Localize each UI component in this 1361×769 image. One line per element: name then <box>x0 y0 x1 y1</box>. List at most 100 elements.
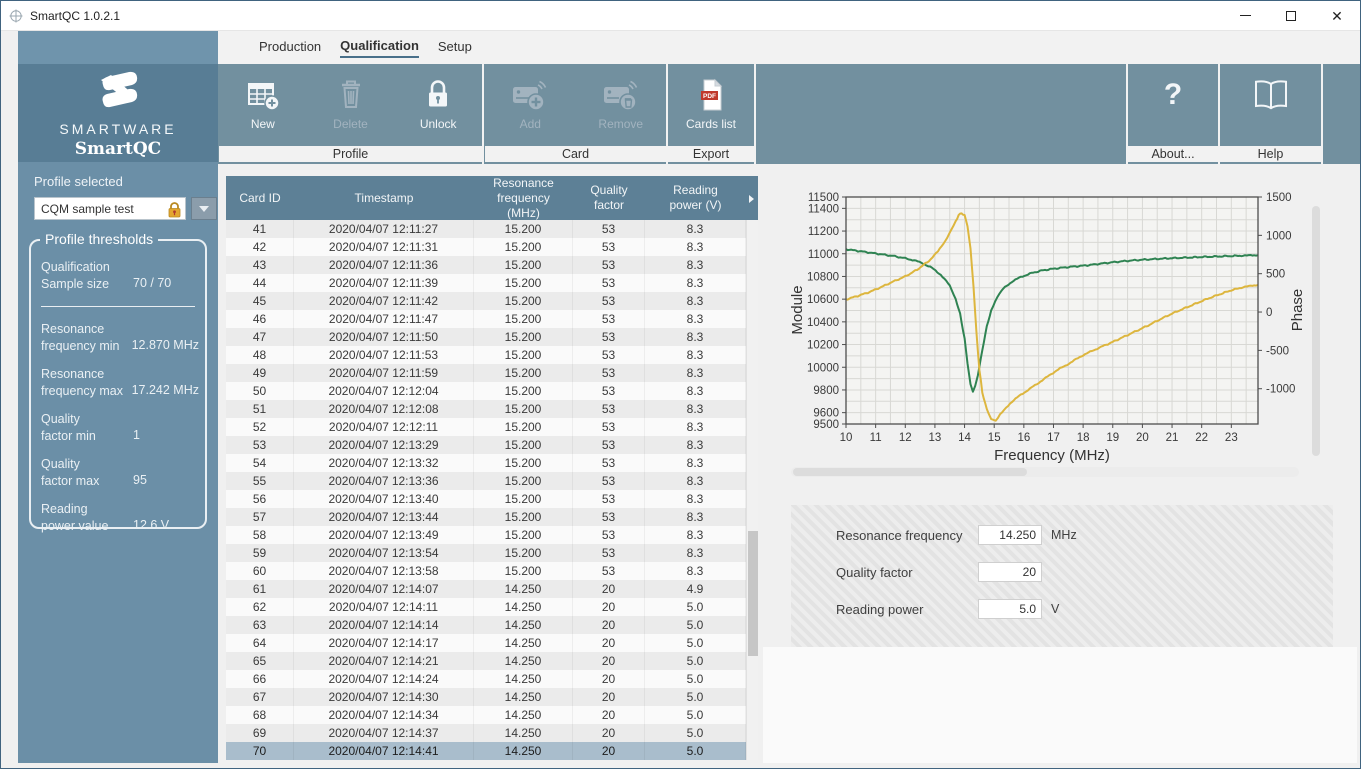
table-row[interactable]: 512020/04/07 12:12:0815.200538.3 <box>226 400 746 418</box>
threshold-row-quality-factor-min: Qualityfactor min 1 <box>41 411 199 444</box>
unlock-button[interactable]: Unlock <box>394 64 482 146</box>
table-row[interactable]: 492020/04/07 12:11:5915.200538.3 <box>226 364 746 382</box>
profile-combobox[interactable]: CQM sample test <box>34 197 186 220</box>
table-cell: 2020/04/07 12:14:41 <box>294 742 474 760</box>
new-button-label: New <box>251 117 275 131</box>
svg-text:15: 15 <box>988 432 1001 444</box>
tab-production[interactable]: Production <box>259 39 321 57</box>
table-row[interactable]: 552020/04/07 12:13:3615.200538.3 <box>226 472 746 490</box>
profile-selected-label: Profile selected <box>34 174 123 189</box>
chart-horizontal-scrollbar[interactable] <box>791 467 1299 477</box>
chart-horizontal-scrollbar-thumb[interactable] <box>793 468 1027 476</box>
reading-power-field[interactable] <box>978 599 1042 619</box>
help-button[interactable] <box>1220 64 1321 146</box>
table-cell: 2020/04/07 12:14:14 <box>294 616 474 634</box>
table-row[interactable]: 612020/04/07 12:14:0714.250204.9 <box>226 580 746 598</box>
tab-strip: Production Qualification Setup <box>218 31 1361 64</box>
table-row[interactable]: 452020/04/07 12:11:4215.200538.3 <box>226 292 746 310</box>
svg-text:10600: 10600 <box>807 294 839 306</box>
close-icon[interactable]: ✕ <box>1314 1 1360 30</box>
new-button[interactable]: New <box>219 64 307 146</box>
quality-factor-field[interactable] <box>978 562 1042 582</box>
table-row[interactable]: 562020/04/07 12:13:4015.200538.3 <box>226 490 746 508</box>
table-cell: 8.3 <box>645 274 746 292</box>
table-row[interactable]: 432020/04/07 12:11:3615.200538.3 <box>226 256 746 274</box>
table-row[interactable]: 482020/04/07 12:11:5315.200538.3 <box>226 346 746 364</box>
table-scrollbar-thumb[interactable] <box>748 531 758 656</box>
table-cell: 5.0 <box>645 598 746 616</box>
threshold-value: 1 <box>133 427 199 445</box>
table-cell: 15.200 <box>474 220 573 238</box>
table-cell: 42 <box>226 238 294 256</box>
table-cell: 15.200 <box>474 274 573 292</box>
threshold-value: 12.6 V <box>133 517 199 535</box>
table-row[interactable]: 542020/04/07 12:13:3215.200538.3 <box>226 454 746 472</box>
delete-button[interactable]: Delete <box>307 64 395 146</box>
table-row[interactable]: 632020/04/07 12:14:1414.250205.0 <box>226 616 746 634</box>
table-cell: 53 <box>573 526 645 544</box>
table-cell: 15.200 <box>474 490 573 508</box>
table-cell: 2020/04/07 12:13:49 <box>294 526 474 544</box>
table-cell: 15.200 <box>474 436 573 454</box>
x-axis-label: Frequency (MHz) <box>994 447 1110 464</box>
svg-text:9600: 9600 <box>813 408 839 420</box>
table-row[interactable]: 462020/04/07 12:11:4715.200538.3 <box>226 310 746 328</box>
card-add-icon <box>510 76 550 114</box>
table-row[interactable]: 502020/04/07 12:12:0415.200538.3 <box>226 382 746 400</box>
table-row[interactable]: 602020/04/07 12:13:5815.200538.3 <box>226 562 746 580</box>
table-cell: 15.200 <box>474 382 573 400</box>
resonance-frequency-field[interactable] <box>978 525 1042 545</box>
table-scrollbar[interactable] <box>746 220 758 760</box>
table-row[interactable]: 572020/04/07 12:13:4415.200538.3 <box>226 508 746 526</box>
table-row[interactable]: 532020/04/07 12:13:2915.200538.3 <box>226 436 746 454</box>
table-cell: 2020/04/07 12:14:34 <box>294 706 474 724</box>
table-row[interactable]: 622020/04/07 12:14:1114.250205.0 <box>226 598 746 616</box>
measure-row-reading-power: Reading powerV <box>791 598 1333 620</box>
chart-svg: 9500960098001000010200104001060010800110… <box>786 184 1331 484</box>
threshold-row-quality-factor-max: Qualityfactor max 95 <box>41 456 199 489</box>
table-cell: 4.9 <box>645 580 746 598</box>
minimize-icon[interactable] <box>1222 1 1268 30</box>
add-button[interactable]: Add <box>485 64 576 146</box>
svg-text:23: 23 <box>1225 432 1238 444</box>
header-more-columns-icon[interactable] <box>749 195 754 203</box>
table-cell: 53 <box>573 382 645 400</box>
table-row[interactable]: 472020/04/07 12:11:5015.200538.3 <box>226 328 746 346</box>
table-row[interactable]: 662020/04/07 12:14:2414.250205.0 <box>226 670 746 688</box>
table-row[interactable]: 692020/04/07 12:14:3714.250205.0 <box>226 724 746 742</box>
table-cell: 8.3 <box>645 400 746 418</box>
table-row[interactable]: 582020/04/07 12:13:4915.200538.3 <box>226 526 746 544</box>
profile-combobox-dropdown-button[interactable] <box>191 197 217 220</box>
table-row[interactable]: 642020/04/07 12:14:1714.250205.0 <box>226 634 746 652</box>
tab-qualification[interactable]: Qualification <box>340 38 419 58</box>
threshold-label: Readingpower value <box>41 501 133 534</box>
table-row[interactable]: 442020/04/07 12:11:3915.200538.3 <box>226 274 746 292</box>
table-cell: 15.200 <box>474 562 573 580</box>
table-cell: 44 <box>226 274 294 292</box>
cards-list-button[interactable]: PDFCards list <box>668 64 754 146</box>
table-cell: 8.3 <box>645 526 746 544</box>
tab-setup[interactable]: Setup <box>438 39 472 57</box>
brand-block: SMARTWARE SmartQC <box>18 64 218 162</box>
maximize-icon[interactable] <box>1268 1 1314 30</box>
table-row-selected[interactable]: 702020/04/07 12:14:4114.250205.0 <box>226 742 746 760</box>
resonance-frequency-unit: MHz <box>1051 528 1077 542</box>
table-cell: 20 <box>573 652 645 670</box>
table-row[interactable]: 682020/04/07 12:14:3414.250205.0 <box>226 706 746 724</box>
table-cell: 5.0 <box>645 652 746 670</box>
chart-vertical-scrollbar[interactable] <box>1312 206 1320 456</box>
svg-text:16: 16 <box>1017 432 1030 444</box>
table-row[interactable]: 522020/04/07 12:12:1115.200538.3 <box>226 418 746 436</box>
app-icon <box>9 9 23 23</box>
table-row[interactable]: 672020/04/07 12:14:3014.250205.0 <box>226 688 746 706</box>
table-row[interactable]: 422020/04/07 12:11:3115.200538.3 <box>226 238 746 256</box>
table-cell: 68 <box>226 706 294 724</box>
about-button[interactable]: ? <box>1128 64 1218 146</box>
table-cell: 2020/04/07 12:13:29 <box>294 436 474 454</box>
table-cell: 8.3 <box>645 508 746 526</box>
table-row[interactable]: 592020/04/07 12:13:5415.200538.3 <box>226 544 746 562</box>
remove-button[interactable]: Remove <box>576 64 667 146</box>
table-cell: 65 <box>226 652 294 670</box>
table-row[interactable]: 652020/04/07 12:14:2114.250205.0 <box>226 652 746 670</box>
table-row[interactable]: 412020/04/07 12:11:2715.200538.3 <box>226 220 746 238</box>
